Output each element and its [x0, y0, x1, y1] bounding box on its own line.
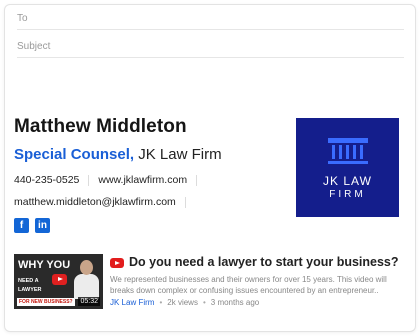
play-icon[interactable] [52, 274, 67, 285]
signature-name: Matthew Middleton [14, 116, 187, 137]
presenter-image [74, 260, 99, 299]
video-age: 3 months ago [210, 298, 260, 307]
logo-text-line1: JK LAW [323, 174, 372, 188]
website-link[interactable]: www.jklawfirm.com [98, 174, 187, 186]
to-field[interactable]: To [17, 8, 404, 30]
video-title[interactable]: Do you need a lawyer to start your busin… [129, 255, 399, 269]
divider [196, 174, 198, 186]
logo-text-line2: FIRM [329, 189, 366, 200]
youtube-icon [110, 258, 124, 268]
separator-dot: • [159, 298, 163, 307]
facebook-icon[interactable]: f [14, 218, 29, 233]
video-description: We represented businesses and their owne… [110, 275, 387, 295]
video-meta: JK Law Firm • 2k views • 3 months ago [110, 298, 259, 307]
divider [184, 196, 186, 208]
thumbnail-badge: FOR NEW BUSINESS? [17, 298, 75, 306]
signature-role: Special Counsel, JK Law Firm [14, 146, 222, 163]
subject-field[interactable]: Subject [17, 36, 404, 58]
thumbnail-headline: WHY YOU [18, 259, 71, 271]
email-link[interactable]: matthew.middleton@jklawfirm.com [14, 196, 176, 208]
columns-icon [328, 138, 368, 164]
phone-number[interactable]: 440-235-0525 [14, 174, 79, 186]
contact-row-phone-website: 440-235-0525 www.jklawfirm.com [14, 174, 206, 186]
to-placeholder: To [17, 13, 28, 24]
subject-placeholder: Subject [17, 41, 51, 52]
linkedin-icon[interactable]: in [35, 218, 50, 233]
company-logo: JK LAW FIRM [296, 118, 399, 217]
video-duration: 05:32 [78, 297, 100, 306]
separator-dot: • [202, 298, 206, 307]
social-links: f in [14, 218, 50, 233]
thumbnail-line1: NEED A [18, 278, 39, 284]
video-thumbnail[interactable]: WHY YOU NEED A LAWYER FOR NEW BUSINESS? … [14, 254, 103, 309]
divider [88, 174, 90, 186]
contact-row-email: matthew.middleton@jklawfirm.com [14, 196, 195, 208]
thumbnail-line2: LAWYER [18, 287, 42, 293]
signature-title: Special Counsel, [14, 146, 135, 163]
view-count: 2k views [167, 298, 198, 307]
signature-company: JK Law Firm [138, 146, 222, 163]
channel-link[interactable]: JK Law Firm [110, 298, 154, 307]
